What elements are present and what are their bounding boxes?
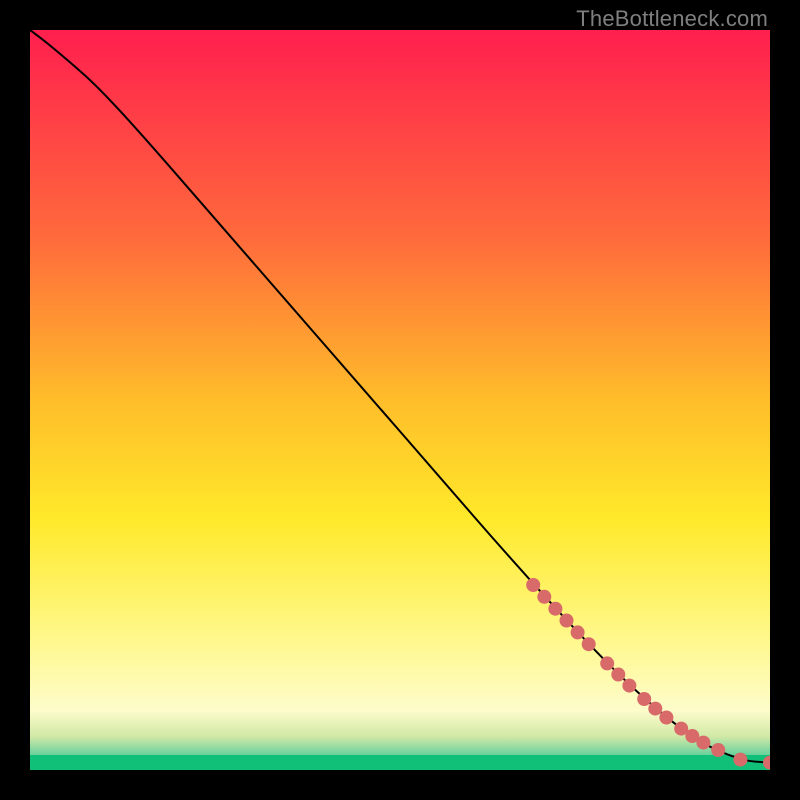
attribution-label: TheBottleneck.com bbox=[576, 6, 768, 32]
curve-overlay bbox=[30, 30, 770, 770]
chart-root: TheBottleneck.com bbox=[0, 0, 800, 800]
bottleneck-curve-line bbox=[30, 30, 770, 763]
data-marker bbox=[571, 625, 585, 639]
data-marker bbox=[560, 614, 574, 628]
data-marker bbox=[763, 756, 770, 770]
data-marker bbox=[696, 736, 710, 750]
data-marker bbox=[526, 578, 540, 592]
data-marker bbox=[637, 692, 651, 706]
data-marker bbox=[611, 668, 625, 682]
data-marker bbox=[648, 702, 662, 716]
data-marker bbox=[733, 753, 747, 767]
data-marker bbox=[548, 602, 562, 616]
data-marker bbox=[711, 743, 725, 757]
data-marker bbox=[582, 637, 596, 651]
marker-group bbox=[526, 578, 770, 770]
data-marker bbox=[537, 590, 551, 604]
data-marker bbox=[622, 679, 636, 693]
data-marker bbox=[600, 656, 614, 670]
plot-area bbox=[30, 30, 770, 770]
data-marker bbox=[659, 711, 673, 725]
